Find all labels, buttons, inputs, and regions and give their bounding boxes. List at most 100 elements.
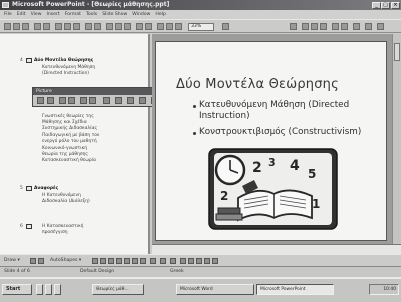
line-color-icon[interactable]	[160, 258, 166, 264]
layout-icon[interactable]	[145, 23, 152, 30]
taskbar-task[interactable]: Microsoft Word	[176, 284, 254, 295]
recolor-icon[interactable]	[127, 97, 134, 104]
system-tray-clock[interactable]: 10:40	[369, 284, 399, 295]
design-icon[interactable]	[377, 23, 384, 30]
arrow-icon[interactable]	[100, 258, 106, 264]
paste-icon[interactable]	[73, 23, 80, 30]
less-brightness-icon[interactable]	[89, 97, 96, 104]
increase-font-icon[interactable]	[365, 23, 372, 30]
cut-icon[interactable]	[55, 23, 62, 30]
slide-icon[interactable]	[26, 186, 32, 191]
outline-line[interactable]: Κοινωνικό-γνωστική	[42, 146, 87, 151]
quick-launch-icon[interactable]	[36, 284, 43, 295]
minimize-button[interactable]: _	[372, 1, 381, 9]
scrollbar-thumb[interactable]	[394, 43, 400, 61]
print-icon[interactable]	[34, 23, 41, 30]
start-button[interactable]: Start	[2, 284, 32, 295]
redo-icon[interactable]	[94, 23, 101, 30]
undo-icon[interactable]	[85, 23, 92, 30]
line-style-icon[interactable]	[180, 258, 186, 264]
outline-line[interactable]: Συστημικής Διδασκαλίας	[42, 126, 97, 131]
autoshapes-menu[interactable]: AutoShapes ▾	[50, 258, 81, 263]
tables-icon[interactable]	[115, 23, 122, 30]
vertical-scrollbar[interactable]	[392, 34, 401, 244]
outline-line[interactable]: προσέγγιση	[42, 230, 68, 235]
menu-view[interactable]: View	[31, 10, 42, 19]
bold-icon[interactable]	[302, 23, 309, 30]
image-control-icon[interactable]	[47, 97, 54, 104]
new-icon[interactable]	[4, 23, 11, 30]
grayscale-icon[interactable]	[157, 23, 164, 30]
clipart-icon[interactable]	[140, 258, 146, 264]
text-box-icon[interactable]	[124, 258, 130, 264]
taskbar-task[interactable]: Θεωρίες μάθ...	[92, 284, 144, 295]
arrow-style-icon[interactable]	[196, 258, 202, 264]
outline-line[interactable]: θεωρία της μάθησης	[42, 152, 88, 157]
3d-icon[interactable]	[212, 258, 218, 264]
outline-slide-title[interactable]: Αναφορές	[34, 186, 58, 191]
outline-line[interactable]: Η Κατευθυνόμενη	[42, 193, 81, 198]
italic-icon[interactable]	[311, 23, 318, 30]
help-icon[interactable]	[222, 23, 229, 30]
menu-edit[interactable]: Edit	[17, 10, 26, 19]
slide-icon[interactable]	[26, 58, 32, 63]
notes-pane[interactable]	[152, 244, 401, 254]
copy-icon[interactable]	[64, 23, 71, 30]
crop-icon[interactable]	[103, 97, 110, 104]
shadow-icon[interactable]	[204, 258, 210, 264]
expand-all-icon[interactable]	[175, 23, 182, 30]
new-slide-icon[interactable]	[136, 23, 143, 30]
underline-icon[interactable]	[320, 23, 327, 30]
align-left-icon[interactable]	[332, 23, 339, 30]
outline-line[interactable]: (Directed Instruction)	[42, 71, 89, 76]
taskbar-task-active[interactable]: Microsoft PowerPoint	[256, 284, 334, 295]
less-contrast-icon[interactable]	[68, 97, 75, 104]
quick-launch-icon[interactable]	[54, 284, 61, 295]
maximize-button[interactable]: □	[381, 1, 390, 9]
outline-line[interactable]: ενεργό ρόλο του μαθητή	[42, 139, 97, 144]
font-size-icon[interactable]	[290, 23, 297, 30]
outline-line[interactable]: Μάθησης και Σχέδια	[42, 120, 87, 125]
quick-launch-icon[interactable]	[45, 284, 52, 295]
spelling-icon[interactable]	[43, 23, 50, 30]
menu-window[interactable]: Window	[132, 10, 150, 19]
hyperlink-icon[interactable]	[106, 23, 113, 30]
menu-file[interactable]: File	[4, 10, 12, 19]
more-brightness-icon[interactable]	[80, 97, 87, 104]
format-picture-icon[interactable]	[139, 97, 146, 104]
slide-icon[interactable]	[26, 224, 32, 229]
line-icon[interactable]	[92, 258, 98, 264]
outline-line[interactable]: Γνωστικές θεωρίες της	[42, 114, 94, 119]
save-icon[interactable]	[22, 23, 29, 30]
rectangle-icon[interactable]	[108, 258, 114, 264]
zoom-select[interactable]: 33%	[188, 23, 214, 31]
oval-icon[interactable]	[116, 258, 122, 264]
outline-line[interactable]: Κατασκευαστική θεωρία	[42, 158, 96, 163]
outline-line[interactable]: Διδασκαλία (Διάλεξη)	[42, 199, 90, 204]
outline-pane[interactable]: 4 Δύο Μοντέλα Θεώρησης Κατευθυνόμενη Μάθ…	[0, 34, 150, 254]
powerpoint-app-icon[interactable]	[2, 2, 9, 8]
menu-tools[interactable]: Tools	[86, 10, 97, 19]
menu-format[interactable]: Format	[65, 10, 81, 19]
chart-icon[interactable]	[124, 23, 131, 30]
outline-line[interactable]: Παιδαγωγική με βάση τον	[42, 133, 99, 138]
center-icon[interactable]	[341, 23, 348, 30]
draw-menu[interactable]: Draw ▾	[4, 258, 20, 263]
free-rotate-icon[interactable]	[38, 258, 44, 264]
menu-slide-show[interactable]: Slide Show	[102, 10, 127, 19]
line-style-icon[interactable]	[115, 97, 122, 104]
bullets-icon[interactable]	[353, 23, 360, 30]
outline-line[interactable]: Η Κατασκευαστική	[42, 224, 83, 229]
more-contrast-icon[interactable]	[59, 97, 66, 104]
font-color-icon[interactable]	[170, 258, 176, 264]
close-button[interactable]: ×	[391, 1, 400, 9]
books-clock-clipart[interactable]: 2 3 4 5 2 1	[208, 148, 338, 230]
menu-help[interactable]: Help	[155, 10, 165, 19]
outline-line[interactable]: Κατευθυνόμενη Μάθηση	[42, 65, 95, 70]
open-icon[interactable]	[13, 23, 20, 30]
menu-insert[interactable]: Insert	[47, 10, 60, 19]
slide-bullet[interactable]: Κατευθυνόμενη Μάθηση (Directed Instructi…	[199, 100, 375, 122]
dash-style-icon[interactable]	[188, 258, 194, 264]
select-objects-icon[interactable]	[30, 258, 36, 264]
slide-bullet[interactable]: Κονστρουκτιβισμός (Constructivism)	[199, 127, 389, 138]
